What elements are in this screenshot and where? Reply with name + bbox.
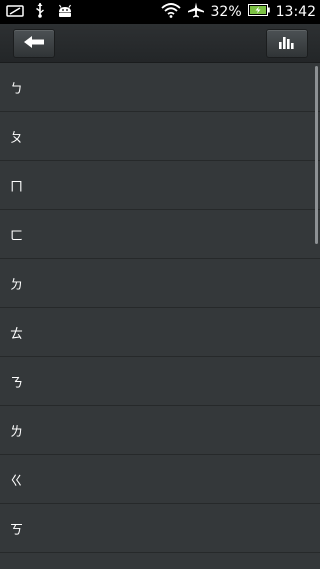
back-button[interactable] xyxy=(13,29,55,58)
usb-icon xyxy=(34,2,46,22)
wifi-icon xyxy=(160,2,181,22)
list-item[interactable]: ㄊ xyxy=(0,308,320,357)
list-item-label: ㄎ xyxy=(10,522,24,538)
airplane-icon xyxy=(187,2,205,22)
status-bar: 32% 13:42 xyxy=(0,0,320,24)
arrow-left-icon xyxy=(23,34,45,53)
list-item-label: ㄅ xyxy=(10,81,24,97)
list-item[interactable]: ㄎ xyxy=(0,504,320,553)
battery-charging-icon xyxy=(247,4,270,20)
scrollbar[interactable] xyxy=(315,66,318,244)
list-item[interactable]: ㄉ xyxy=(0,259,320,308)
battery-percent: 32% xyxy=(210,4,242,20)
status-left xyxy=(6,3,74,21)
list-item-label: ㄈ xyxy=(10,228,24,244)
clock: 13:42 xyxy=(275,4,316,20)
bar-chart-icon xyxy=(278,34,296,53)
list-item-label: ㄌ xyxy=(10,424,24,440)
android-debug-icon xyxy=(56,3,74,22)
status-right: 32% 13:42 xyxy=(160,2,316,22)
chart-button[interactable] xyxy=(266,29,308,58)
list-item[interactable]: ㄅ xyxy=(0,63,320,112)
list-item[interactable]: ㄋ xyxy=(0,357,320,406)
list-item-label: ㄋ xyxy=(10,375,24,391)
bopomofo-list: ㄅ ㄆ ㄇ ㄈ ㄉ ㄊ ㄋ ㄌ ㄍ ㄎ xyxy=(0,63,320,569)
list-item-label: ㄇ xyxy=(10,179,24,195)
list-item[interactable]: ㄍ xyxy=(0,455,320,504)
list-item[interactable]: ㄌ xyxy=(0,406,320,455)
list-item[interactable]: ㄇ xyxy=(0,161,320,210)
list-item[interactable]: ㄈ xyxy=(0,210,320,259)
list-item-label: ㄆ xyxy=(10,130,24,146)
sd-card-icon xyxy=(6,3,24,22)
toolbar xyxy=(0,24,320,63)
list-item-label: ㄍ xyxy=(10,473,24,489)
list-item-label: ㄉ xyxy=(10,277,24,293)
list-item[interactable]: ㄆ xyxy=(0,112,320,161)
list-item-label: ㄊ xyxy=(10,326,24,342)
